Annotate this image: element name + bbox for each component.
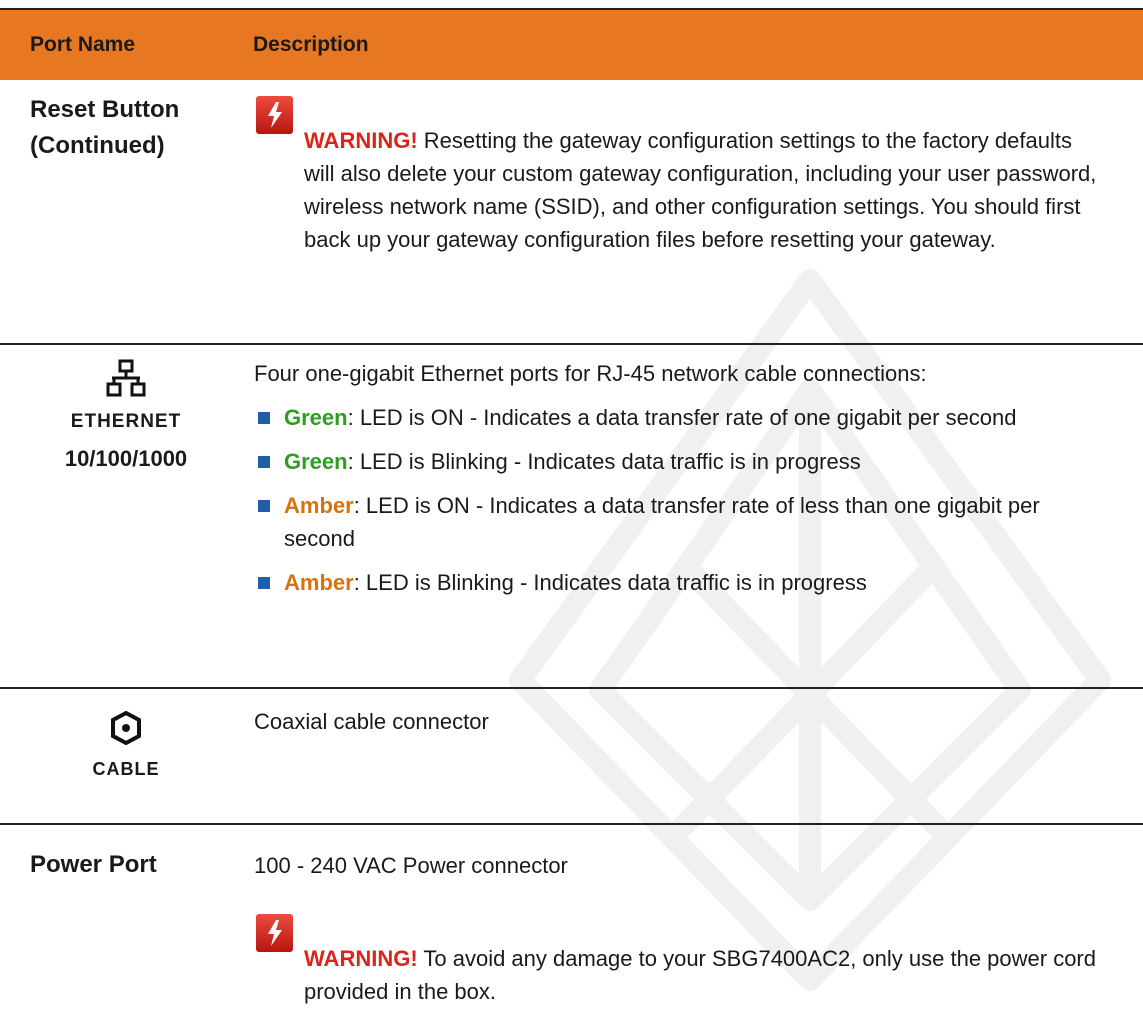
- warning-block: WARNING! Resetting the gateway configura…: [254, 96, 1103, 256]
- ethernet-label: ETHERNET: [70, 411, 182, 432]
- list-item: Green: LED is Blinking - Indicates data …: [254, 445, 1103, 478]
- list-item: Amber: LED is ON - Indicates a data tran…: [254, 489, 1103, 555]
- description-cell: Four one-gigabit Ethernet ports for RJ-4…: [253, 344, 1143, 688]
- list-item: Green: LED is ON - Indicates a data tran…: [254, 401, 1103, 434]
- table-row-cable: CABLE Coaxial cable connector: [0, 688, 1143, 824]
- table-header: Port Name Description: [0, 8, 1143, 80]
- ethernet-intro: Four one-gigabit Ethernet ports for RJ-4…: [254, 361, 927, 386]
- cable-label: CABLE: [92, 759, 160, 779]
- warning-lightning-icon: [256, 96, 293, 134]
- port-name-cell: Reset Button (Continued): [0, 80, 253, 344]
- port-name-cell: ETHERNET 10/100/1000: [0, 344, 253, 688]
- description-cell: Coaxial cable connector: [253, 688, 1143, 824]
- warning-text: Resetting the gateway configuration sett…: [304, 128, 1097, 252]
- port-name-cell: CABLE: [0, 688, 253, 824]
- warning-block: WARNING! To avoid any damage to your SBG…: [254, 914, 1103, 1008]
- table-row-reset-button: Reset Button (Continued) WARNING! Resett…: [0, 80, 1143, 344]
- port-name-reset: Reset Button (Continued): [30, 96, 180, 159]
- warning-label: WARNING!: [304, 128, 418, 153]
- power-description: 100 - 240 VAC Power connector: [254, 853, 568, 878]
- cable-description: Coaxial cable connector: [254, 709, 489, 734]
- header-description: Description: [253, 8, 1143, 80]
- description-cell: WARNING! Resetting the gateway configura…: [253, 80, 1143, 344]
- list-item: Amber: LED is Blinking - Indicates data …: [254, 566, 1103, 599]
- description-cell: 100 - 240 VAC Power connector WARNING! T…: [253, 824, 1143, 1024]
- table-row-power-port: Power Port 100 - 240 VAC Power connector…: [0, 824, 1143, 1024]
- coax-connector-icon: [111, 711, 141, 745]
- port-name-cell: Power Port: [0, 824, 253, 1024]
- ethernet-speed: 10/100/1000: [64, 446, 188, 471]
- header-port-name: Port Name: [0, 8, 253, 80]
- warning-label: WARNING!: [304, 946, 418, 971]
- port-name-power: Power Port: [30, 851, 157, 878]
- warning-text: To avoid any damage to your SBG7400AC2, …: [304, 946, 1096, 1004]
- table-row-ethernet: ETHERNET 10/100/1000 Four one-gigabit Et…: [0, 344, 1143, 688]
- led-list: Green: LED is ON - Indicates a data tran…: [254, 401, 1103, 599]
- port-table: Port Name Description Reset Button (Cont…: [0, 8, 1143, 1024]
- network-icon: [106, 359, 146, 397]
- warning-lightning-icon: [256, 914, 293, 952]
